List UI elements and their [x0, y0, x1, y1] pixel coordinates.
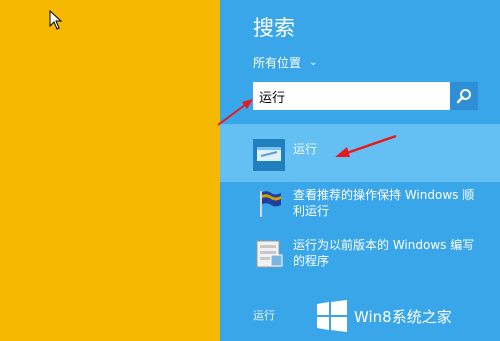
result-label: 查看推荐的操作保持 Windows 顺利运行: [293, 188, 475, 218]
run-dialog-icon: [253, 139, 285, 171]
watermark-logo: Win8系统之家: [316, 300, 452, 332]
search-button[interactable]: [450, 82, 478, 110]
search-box: [253, 82, 478, 110]
chevron-down-icon: ⌄: [309, 57, 318, 68]
scope-dropdown[interactable]: 所有位置 ⌄: [253, 54, 317, 71]
annotation-arrow-icon: [335, 134, 397, 157]
search-result-troubleshoot[interactable]: 查看推荐的操作保持 Windows 顺利运行: [253, 187, 478, 219]
search-result-compatibility[interactable]: 运行为以前版本的 Windows 编写的程序: [253, 237, 478, 269]
program-compatibility-icon: [256, 240, 283, 268]
search-icon: [456, 89, 471, 104]
search-input[interactable]: [253, 82, 450, 110]
search-pane: 搜索 所有位置 ⌄ 运行 查看推荐的操作保持 Windows 顺利运行: [220, 0, 500, 341]
desktop-background: [0, 0, 220, 341]
mouse-pointer-icon: [49, 10, 63, 30]
watermark-text: Win8系统之家: [354, 307, 452, 326]
windows-logo-icon: [317, 300, 347, 332]
footer-category-label: 运行: [253, 309, 275, 322]
page-title: 搜索: [253, 16, 295, 40]
result-label: 运行为以前版本的 Windows 编写的程序: [293, 238, 475, 268]
action-center-flag-icon: [260, 191, 281, 217]
annotation-arrow-icon: [217, 99, 253, 126]
scope-label: 所有位置: [253, 56, 302, 70]
